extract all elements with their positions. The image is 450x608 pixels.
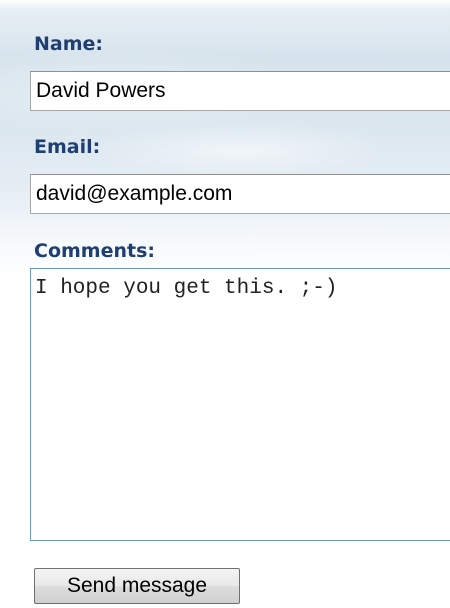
email-label: Email: (34, 136, 101, 158)
comments-textarea[interactable]: I hope you get this. ;-) (30, 268, 450, 541)
send-message-button[interactable]: Send message (34, 568, 240, 604)
comments-label: Comments: (34, 240, 155, 262)
name-label: Name: (34, 33, 104, 55)
contact-form: Name: Email: Comments: I hope you get th… (0, 0, 450, 608)
email-field[interactable] (30, 174, 450, 214)
name-field[interactable] (30, 71, 450, 111)
